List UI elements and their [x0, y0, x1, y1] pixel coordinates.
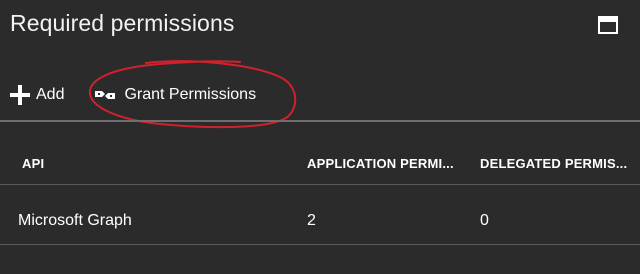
column-header-application-permissions[interactable]: APPLICATION PERMI... — [307, 156, 463, 171]
toolbar-divider — [0, 120, 640, 122]
cell-application-permissions: 2 — [307, 212, 316, 229]
maximize-icon — [598, 16, 618, 34]
command-bar: Add Grant Permissions — [10, 80, 256, 110]
header-divider — [0, 184, 640, 185]
grant-permissions-label: Grant Permissions — [124, 86, 257, 103]
plus-icon — [10, 85, 30, 105]
add-button[interactable]: Add — [10, 85, 64, 105]
cell-api: Microsoft Graph — [18, 212, 132, 229]
column-header-api[interactable]: API — [22, 156, 222, 171]
cell-delegated-permissions: 0 — [480, 212, 489, 229]
grant-icon — [95, 91, 116, 99]
row-divider — [0, 244, 640, 245]
add-button-label: Add — [36, 86, 65, 103]
maximize-button[interactable] — [598, 16, 618, 34]
grant-permissions-button[interactable]: Grant Permissions — [94, 86, 256, 104]
blade-title: Required permissions — [10, 10, 235, 36]
column-header-delegated-permissions[interactable]: DELEGATED PERMIS... — [480, 156, 630, 171]
annotation-circle — [88, 60, 297, 129]
